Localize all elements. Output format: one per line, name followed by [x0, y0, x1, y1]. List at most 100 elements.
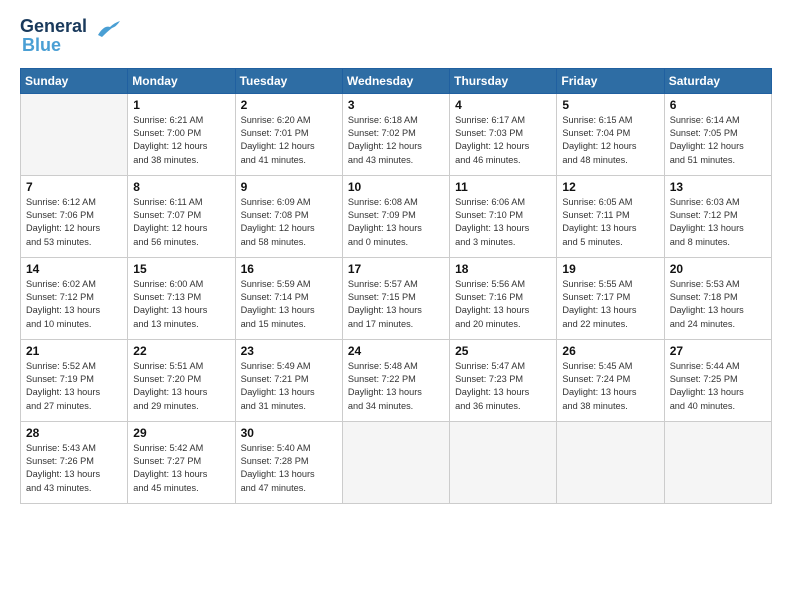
page: General Blue SundayMondayTuesdayWednesda…: [0, 0, 792, 520]
day-cell: 23 Sunrise: 5:49 AM Sunset: 7:21 PM Dayli…: [235, 339, 342, 421]
day-info: Sunrise: 5:40 AM Sunset: 7:28 PM Dayligh…: [241, 442, 337, 495]
day-cell: 29 Sunrise: 5:42 AM Sunset: 7:27 PM Dayli…: [128, 421, 235, 503]
day-cell: 30Sunrise: 5:40 AM Sunset: 7:28 PM Dayli…: [235, 421, 342, 503]
logo-bird-icon: [94, 17, 122, 39]
day-cell: 10Sunrise: 6:08 AM Sunset: 7:09 PM Dayli…: [342, 175, 449, 257]
day-info: Sunrise: 6:06 AM Sunset: 7:10 PM Dayligh…: [455, 196, 551, 249]
col-header-monday: Monday: [128, 68, 235, 93]
col-header-friday: Friday: [557, 68, 664, 93]
week-row-0: 1 Sunrise: 6:21 AM Sunset: 7:00 PM Daylig…: [21, 93, 772, 175]
col-header-tuesday: Tuesday: [235, 68, 342, 93]
calendar-table: SundayMondayTuesdayWednesdayThursdayFrid…: [20, 68, 772, 504]
day-info: Sunrise: 5:59 AM Sunset: 7:14 PM Dayligh…: [241, 278, 337, 331]
day-number: 3: [348, 98, 444, 112]
header: General Blue: [20, 16, 772, 56]
day-number: 8: [133, 180, 229, 194]
week-row-4: 28Sunrise: 5:43 AM Sunset: 7:26 PM Dayli…: [21, 421, 772, 503]
day-number: 16: [241, 262, 337, 276]
logo: General Blue: [20, 16, 122, 56]
day-number: 29: [133, 426, 229, 440]
day-number: 14: [26, 262, 122, 276]
day-cell: 3Sunrise: 6:18 AM Sunset: 7:02 PM Daylig…: [342, 93, 449, 175]
day-number: 9: [241, 180, 337, 194]
day-info: Sunrise: 5:53 AM Sunset: 7:18 PM Dayligh…: [670, 278, 766, 331]
day-number: 4: [455, 98, 551, 112]
week-row-3: 21 Sunrise: 5:52 AM Sunset: 7:19 PM Dayli…: [21, 339, 772, 421]
day-cell: 13 Sunrise: 6:03 AM Sunset: 7:12 PM Dayli…: [664, 175, 771, 257]
day-info: Sunrise: 6:15 AM Sunset: 7:04 PM Dayligh…: [562, 114, 658, 167]
day-info: Sunrise: 5:48 AM Sunset: 7:22 PM Dayligh…: [348, 360, 444, 413]
week-row-1: 7Sunrise: 6:12 AM Sunset: 7:06 PM Daylig…: [21, 175, 772, 257]
day-cell: 9 Sunrise: 6:09 AM Sunset: 7:08 PM Daylig…: [235, 175, 342, 257]
day-number: 15: [133, 262, 229, 276]
day-info: Sunrise: 6:17 AM Sunset: 7:03 PM Dayligh…: [455, 114, 551, 167]
day-number: 1: [133, 98, 229, 112]
day-info: Sunrise: 6:11 AM Sunset: 7:07 PM Dayligh…: [133, 196, 229, 249]
day-cell: 18 Sunrise: 5:56 AM Sunset: 7:16 PM Dayli…: [450, 257, 557, 339]
day-number: 21: [26, 344, 122, 358]
day-number: 26: [562, 344, 658, 358]
day-cell: 27Sunrise: 5:44 AM Sunset: 7:25 PM Dayli…: [664, 339, 771, 421]
day-info: Sunrise: 5:42 AM Sunset: 7:27 PM Dayligh…: [133, 442, 229, 495]
day-cell: 19Sunrise: 5:55 AM Sunset: 7:17 PM Dayli…: [557, 257, 664, 339]
day-number: 20: [670, 262, 766, 276]
day-cell: 14 Sunrise: 6:02 AM Sunset: 7:12 PM Dayli…: [21, 257, 128, 339]
day-cell: 28Sunrise: 5:43 AM Sunset: 7:26 PM Dayli…: [21, 421, 128, 503]
day-number: 10: [348, 180, 444, 194]
calendar-header-row: SundayMondayTuesdayWednesdayThursdayFrid…: [21, 68, 772, 93]
day-cell: [342, 421, 449, 503]
day-number: 12: [562, 180, 658, 194]
day-number: 28: [26, 426, 122, 440]
day-cell: 26 Sunrise: 5:45 AM Sunset: 7:24 PM Dayli…: [557, 339, 664, 421]
col-header-saturday: Saturday: [664, 68, 771, 93]
day-cell: 4 Sunrise: 6:17 AM Sunset: 7:03 PM Daylig…: [450, 93, 557, 175]
day-info: Sunrise: 6:09 AM Sunset: 7:08 PM Dayligh…: [241, 196, 337, 249]
day-info: Sunrise: 5:57 AM Sunset: 7:15 PM Dayligh…: [348, 278, 444, 331]
day-number: 25: [455, 344, 551, 358]
day-number: 23: [241, 344, 337, 358]
day-info: Sunrise: 5:44 AM Sunset: 7:25 PM Dayligh…: [670, 360, 766, 413]
col-header-wednesday: Wednesday: [342, 68, 449, 93]
day-info: Sunrise: 6:20 AM Sunset: 7:01 PM Dayligh…: [241, 114, 337, 167]
day-cell: [664, 421, 771, 503]
day-cell: [450, 421, 557, 503]
day-cell: 7Sunrise: 6:12 AM Sunset: 7:06 PM Daylig…: [21, 175, 128, 257]
day-number: 2: [241, 98, 337, 112]
day-number: 5: [562, 98, 658, 112]
day-number: 17: [348, 262, 444, 276]
day-cell: 25Sunrise: 5:47 AM Sunset: 7:23 PM Dayli…: [450, 339, 557, 421]
day-number: 18: [455, 262, 551, 276]
day-info: Sunrise: 6:02 AM Sunset: 7:12 PM Dayligh…: [26, 278, 122, 331]
day-info: Sunrise: 5:49 AM Sunset: 7:21 PM Dayligh…: [241, 360, 337, 413]
day-number: 11: [455, 180, 551, 194]
day-info: Sunrise: 5:55 AM Sunset: 7:17 PM Dayligh…: [562, 278, 658, 331]
day-cell: [557, 421, 664, 503]
day-info: Sunrise: 5:45 AM Sunset: 7:24 PM Dayligh…: [562, 360, 658, 413]
day-cell: 2 Sunrise: 6:20 AM Sunset: 7:01 PM Daylig…: [235, 93, 342, 175]
day-info: Sunrise: 6:05 AM Sunset: 7:11 PM Dayligh…: [562, 196, 658, 249]
day-cell: 15Sunrise: 6:00 AM Sunset: 7:13 PM Dayli…: [128, 257, 235, 339]
day-cell: 20 Sunrise: 5:53 AM Sunset: 7:18 PM Dayli…: [664, 257, 771, 339]
col-header-thursday: Thursday: [450, 68, 557, 93]
logo-general: General: [20, 16, 87, 36]
day-info: Sunrise: 5:52 AM Sunset: 7:19 PM Dayligh…: [26, 360, 122, 413]
day-cell: 1 Sunrise: 6:21 AM Sunset: 7:00 PM Daylig…: [128, 93, 235, 175]
day-cell: 16 Sunrise: 5:59 AM Sunset: 7:14 PM Dayli…: [235, 257, 342, 339]
day-info: Sunrise: 6:03 AM Sunset: 7:12 PM Dayligh…: [670, 196, 766, 249]
day-cell: 8 Sunrise: 6:11 AM Sunset: 7:07 PM Daylig…: [128, 175, 235, 257]
col-header-sunday: Sunday: [21, 68, 128, 93]
day-number: 24: [348, 344, 444, 358]
day-number: 7: [26, 180, 122, 194]
week-row-2: 14 Sunrise: 6:02 AM Sunset: 7:12 PM Dayli…: [21, 257, 772, 339]
day-cell: 21 Sunrise: 5:52 AM Sunset: 7:19 PM Dayli…: [21, 339, 128, 421]
day-info: Sunrise: 5:56 AM Sunset: 7:16 PM Dayligh…: [455, 278, 551, 331]
day-info: Sunrise: 6:21 AM Sunset: 7:00 PM Dayligh…: [133, 114, 229, 167]
day-number: 6: [670, 98, 766, 112]
day-cell: 24 Sunrise: 5:48 AM Sunset: 7:22 PM Dayli…: [342, 339, 449, 421]
day-number: 22: [133, 344, 229, 358]
day-number: 13: [670, 180, 766, 194]
day-cell: 11 Sunrise: 6:06 AM Sunset: 7:10 PM Dayli…: [450, 175, 557, 257]
day-info: Sunrise: 6:14 AM Sunset: 7:05 PM Dayligh…: [670, 114, 766, 167]
day-cell: 12 Sunrise: 6:05 AM Sunset: 7:11 PM Dayli…: [557, 175, 664, 257]
day-cell: 22Sunrise: 5:51 AM Sunset: 7:20 PM Dayli…: [128, 339, 235, 421]
